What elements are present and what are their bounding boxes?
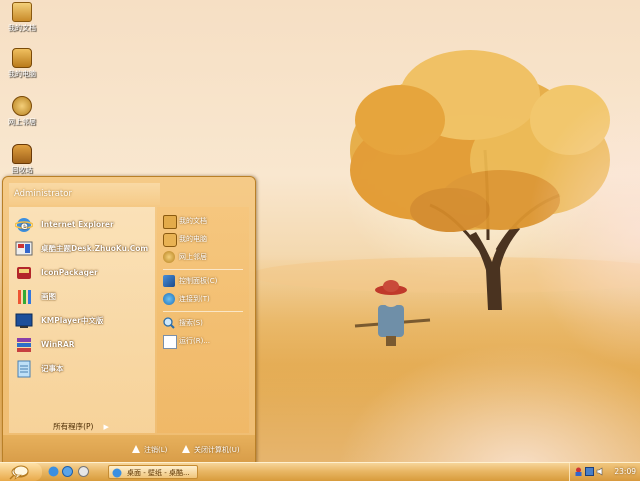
program-label: 画图 [41, 292, 56, 301]
start-menu: Administrator e Internet Explorer 桌酷主题De… [2, 176, 256, 464]
program-iconpackager[interactable]: IconPackager [13, 263, 153, 283]
menu-separator [163, 311, 243, 312]
place-search[interactable]: 搜索(S) [161, 315, 247, 331]
desktop-icon-recycle-bin[interactable]: 回收站 [0, 144, 44, 175]
system-tray: 23:09 [569, 463, 640, 481]
start-menu-user-name: Administrator [9, 183, 160, 205]
my-computer-icon [163, 233, 177, 247]
program-notepad[interactable]: 记事本 [13, 359, 153, 379]
logoff-label: 注销(L) [144, 446, 168, 454]
desktop-icon-my-computer[interactable]: 我的电脑 [0, 48, 44, 79]
program-label: 记事本 [41, 364, 64, 373]
program-winrar[interactable]: WinRAR [13, 335, 153, 355]
logoff-button[interactable]: 注销(L) [131, 443, 167, 457]
run-icon [163, 335, 177, 349]
start-menu-places-pane: 我的文档 我的电脑 网上邻居 控制面板(C) 连接到(T) 搜索(S) 运行(R… [157, 207, 249, 433]
desktop-icon-my-documents[interactable]: 我的文档 [0, 2, 44, 33]
desktop-icon-label: 回收站 [11, 166, 33, 174]
recycle-bin-icon [12, 144, 32, 164]
control-panel-icon [163, 275, 175, 287]
program-label: Internet Explorer [41, 220, 114, 229]
start-menu-footer: 注销(L) 关闭计算机(U) [3, 435, 255, 463]
kmplayer-icon [15, 312, 33, 330]
taskbar-window-button[interactable]: 桌面 - 壁纸 - 桌酷... [108, 465, 198, 479]
place-network[interactable]: 网上邻居 [161, 249, 247, 265]
place-connect-to[interactable]: 连接到(T) [161, 291, 247, 307]
place-my-documents[interactable]: 我的文档 [161, 213, 247, 229]
program-zhuoku[interactable]: 桌酷主题Desk.ZhuoKu.Com [13, 239, 153, 259]
chevron-right-icon: ▶ [103, 423, 109, 431]
program-internet-explorer[interactable]: e Internet Explorer [13, 215, 153, 235]
iconpackager-icon [15, 264, 33, 282]
taskbar: 桌面 - 壁纸 - 桌酷... 23:09 [0, 462, 640, 481]
network-places-icon [12, 96, 32, 116]
tray-volume-icon[interactable] [596, 467, 605, 476]
network-icon [163, 251, 175, 263]
folder-documents-icon [12, 2, 32, 22]
place-label: 连接到(T) [179, 295, 210, 303]
program-kmplayer[interactable]: KMPlayer中文版 [13, 311, 153, 331]
logoff-icon [131, 444, 141, 454]
zhuoku-theme-icon [15, 240, 33, 258]
shutdown-icon [181, 444, 191, 454]
place-label: 我的文档 [179, 217, 207, 225]
desktop-icon-label: 我的电脑 [8, 70, 36, 78]
shutdown-button[interactable]: 关闭计算机(U) [181, 443, 240, 457]
taskbar-clock[interactable]: 23:09 [614, 463, 636, 481]
computer-icon [12, 48, 32, 68]
program-label: IconPackager [41, 268, 98, 277]
place-label: 运行(R)... [179, 337, 211, 345]
shutdown-label: 关闭计算机(U) [194, 446, 240, 454]
menu-separator [163, 269, 243, 270]
desktop-icon-label: 我的文档 [8, 24, 36, 32]
svg-text:e: e [21, 221, 28, 232]
paint-icon [15, 288, 33, 306]
winrar-icon [15, 336, 33, 354]
all-programs-label: 所有程序(P) [53, 422, 94, 431]
my-documents-icon [163, 215, 177, 229]
quicklaunch-browser-icon[interactable] [62, 466, 73, 477]
desktop-icon-network[interactable]: 网上邻居 [0, 96, 44, 127]
all-programs-button[interactable]: 所有程序(P) ▶ [11, 419, 151, 435]
place-label: 我的电脑 [179, 235, 207, 243]
window-app-icon [112, 468, 122, 478]
program-paint[interactable]: 画图 [13, 287, 153, 307]
desktop-icon-label: 网上邻居 [8, 118, 36, 126]
place-label: 控制面板(C) [179, 277, 218, 285]
internet-explorer-icon: e [14, 216, 34, 234]
program-label: 桌酷主题Desk.ZhuoKu.Com [41, 244, 149, 253]
quicklaunch-ie-icon[interactable] [48, 466, 59, 477]
taskbar-window-label: 桌面 - 壁纸 - 桌酷... [127, 469, 190, 477]
place-control-panel[interactable]: 控制面板(C) [161, 273, 247, 289]
place-my-computer[interactable]: 我的电脑 [161, 231, 247, 247]
place-run[interactable]: 运行(R)... [161, 333, 247, 349]
quicklaunch-chat-icon[interactable] [12, 463, 30, 481]
place-label: 网上邻居 [179, 253, 207, 261]
program-label: WinRAR [41, 340, 75, 349]
start-menu-programs-pane: e Internet Explorer 桌酷主题Desk.ZhuoKu.Com … [9, 207, 155, 433]
search-icon [163, 317, 175, 329]
quicklaunch-desktop-icon[interactable] [78, 466, 89, 477]
tray-network-icon[interactable] [585, 467, 594, 476]
program-label: KMPlayer中文版 [41, 316, 104, 325]
notepad-icon [15, 360, 33, 378]
tray-user-icon[interactable] [574, 467, 583, 476]
place-label: 搜索(S) [179, 319, 203, 327]
connect-icon [163, 293, 175, 305]
